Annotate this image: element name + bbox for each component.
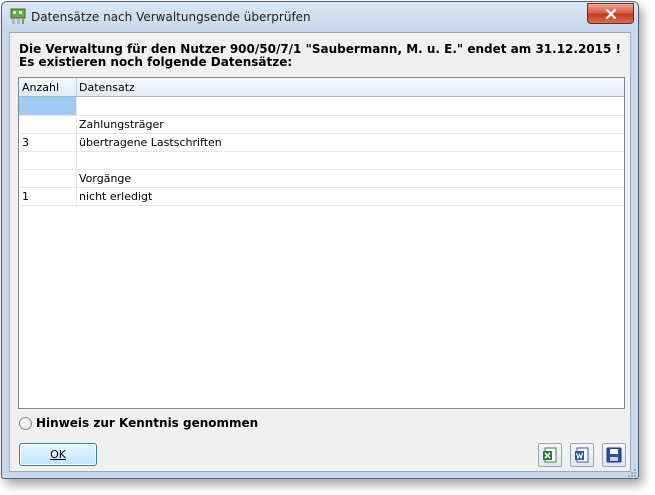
table-row[interactable]: 1 nicht erledigt (19, 187, 624, 206)
grid-cell-record: nicht erledigt (79, 190, 153, 203)
word-export-icon (575, 447, 589, 463)
title-bar[interactable]: Datensätze nach Verwaltungsende überprüf… (2, 2, 638, 32)
grid-cell-record: Vorgänge (79, 172, 132, 185)
records-grid[interactable]: Anzahl Datensatz Zahlungsträger 3 übertr… (18, 77, 625, 409)
ok-button[interactable]: OK (19, 443, 97, 466)
column-header-count[interactable]: Anzahl (22, 81, 59, 94)
grid-cell-count[interactable] (19, 97, 77, 115)
column-separator[interactable] (76, 78, 77, 96)
excel-export-icon (543, 447, 557, 463)
grid-cell-count[interactable]: 3 (19, 133, 77, 151)
grid-cell-count[interactable] (19, 169, 77, 187)
close-button[interactable] (587, 3, 634, 24)
ok-button-label: OK (50, 448, 66, 461)
grid-header: Anzahl Datensatz (19, 78, 624, 97)
app-icon (10, 8, 26, 24)
dialog-window: Datensätze nach Verwaltungsende überprüf… (1, 1, 639, 479)
save-button[interactable] (602, 443, 626, 467)
column-header-record[interactable]: Datensatz (79, 81, 135, 94)
grid-cell-count[interactable]: 1 (19, 187, 77, 205)
grid-cell-count[interactable] (19, 115, 77, 133)
grid-cell-record: übertragene Lastschriften (79, 136, 222, 149)
acknowledge-option[interactable]: Hinweis zur Kenntnis genommen (19, 416, 258, 430)
acknowledge-radio[interactable] (19, 416, 32, 430)
word-export-button[interactable] (570, 443, 594, 467)
grid-cell-record: Zahlungsträger (79, 118, 164, 131)
excel-export-button[interactable] (538, 443, 562, 467)
close-icon (605, 8, 616, 19)
grid-cell-count[interactable] (19, 151, 77, 169)
resize-grip-icon[interactable] (627, 467, 637, 477)
table-row[interactable]: Zahlungsträger (19, 115, 624, 134)
save-disk-icon (606, 447, 622, 463)
dialog-content: Die Verwaltung für den Nutzer 900/50/7/1… (9, 32, 631, 472)
table-row[interactable] (19, 97, 624, 116)
message-text: Die Verwaltung für den Nutzer 900/50/7/1… (19, 43, 621, 69)
window-title: Datensätze nach Verwaltungsende überprüf… (31, 10, 311, 24)
table-row[interactable]: 3 übertragene Lastschriften (19, 133, 624, 152)
table-row[interactable] (19, 151, 624, 170)
message-line-2: Es existieren noch folgende Datensätze: (19, 55, 293, 69)
acknowledge-label[interactable]: Hinweis zur Kenntnis genommen (36, 416, 258, 430)
table-row[interactable]: Vorgänge (19, 169, 624, 188)
